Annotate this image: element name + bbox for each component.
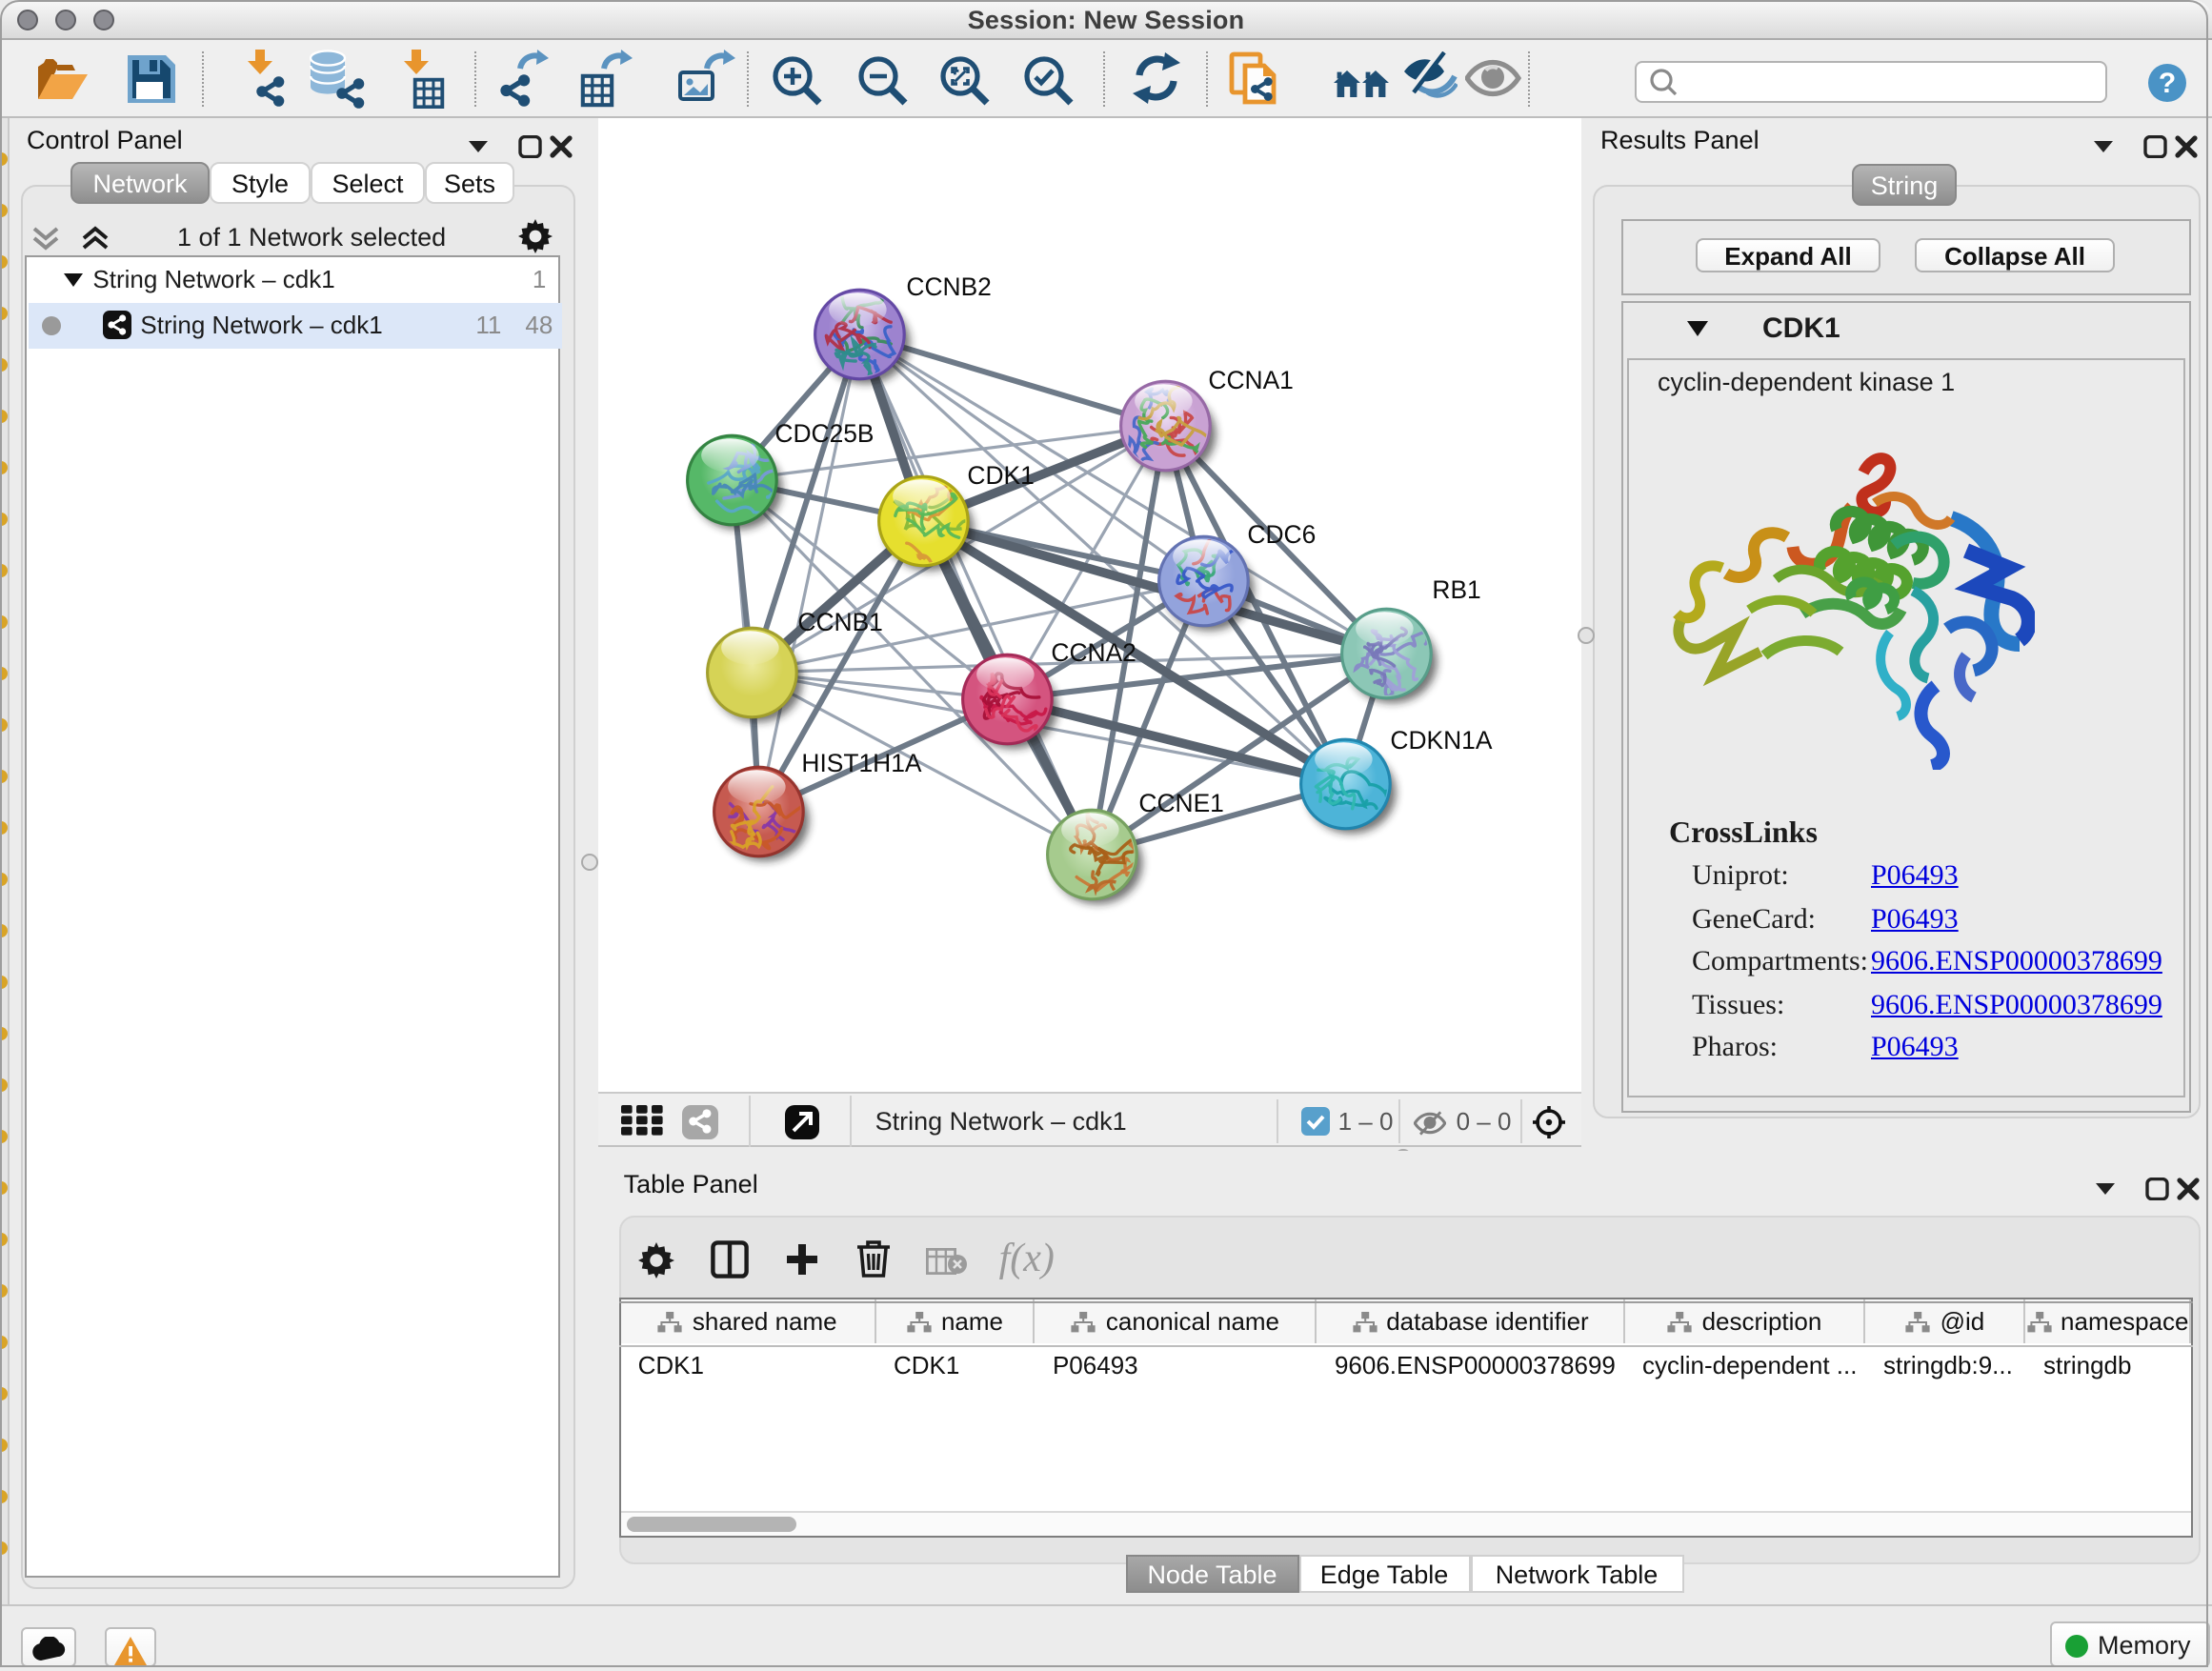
svg-text:RB1: RB1 [1433, 575, 1481, 604]
svg-text:CDK1: CDK1 [968, 461, 1035, 490]
svg-text:HIST1H1A: HIST1H1A [802, 749, 923, 777]
svg-text:CCNB1: CCNB1 [798, 608, 883, 636]
svg-text:?: ? [2158, 67, 2175, 98]
svg-text:CCNB2: CCNB2 [907, 272, 992, 301]
svg-text:CCNA1: CCNA1 [1209, 366, 1294, 394]
svg-text:CDKN1A: CDKN1A [1391, 726, 1493, 755]
svg-text:CDC25B: CDC25B [775, 419, 875, 448]
svg-text:CCNE1: CCNE1 [1139, 789, 1224, 817]
svg-text:CDC6: CDC6 [1248, 520, 1317, 549]
svg-text:CCNA2: CCNA2 [1052, 638, 1136, 667]
